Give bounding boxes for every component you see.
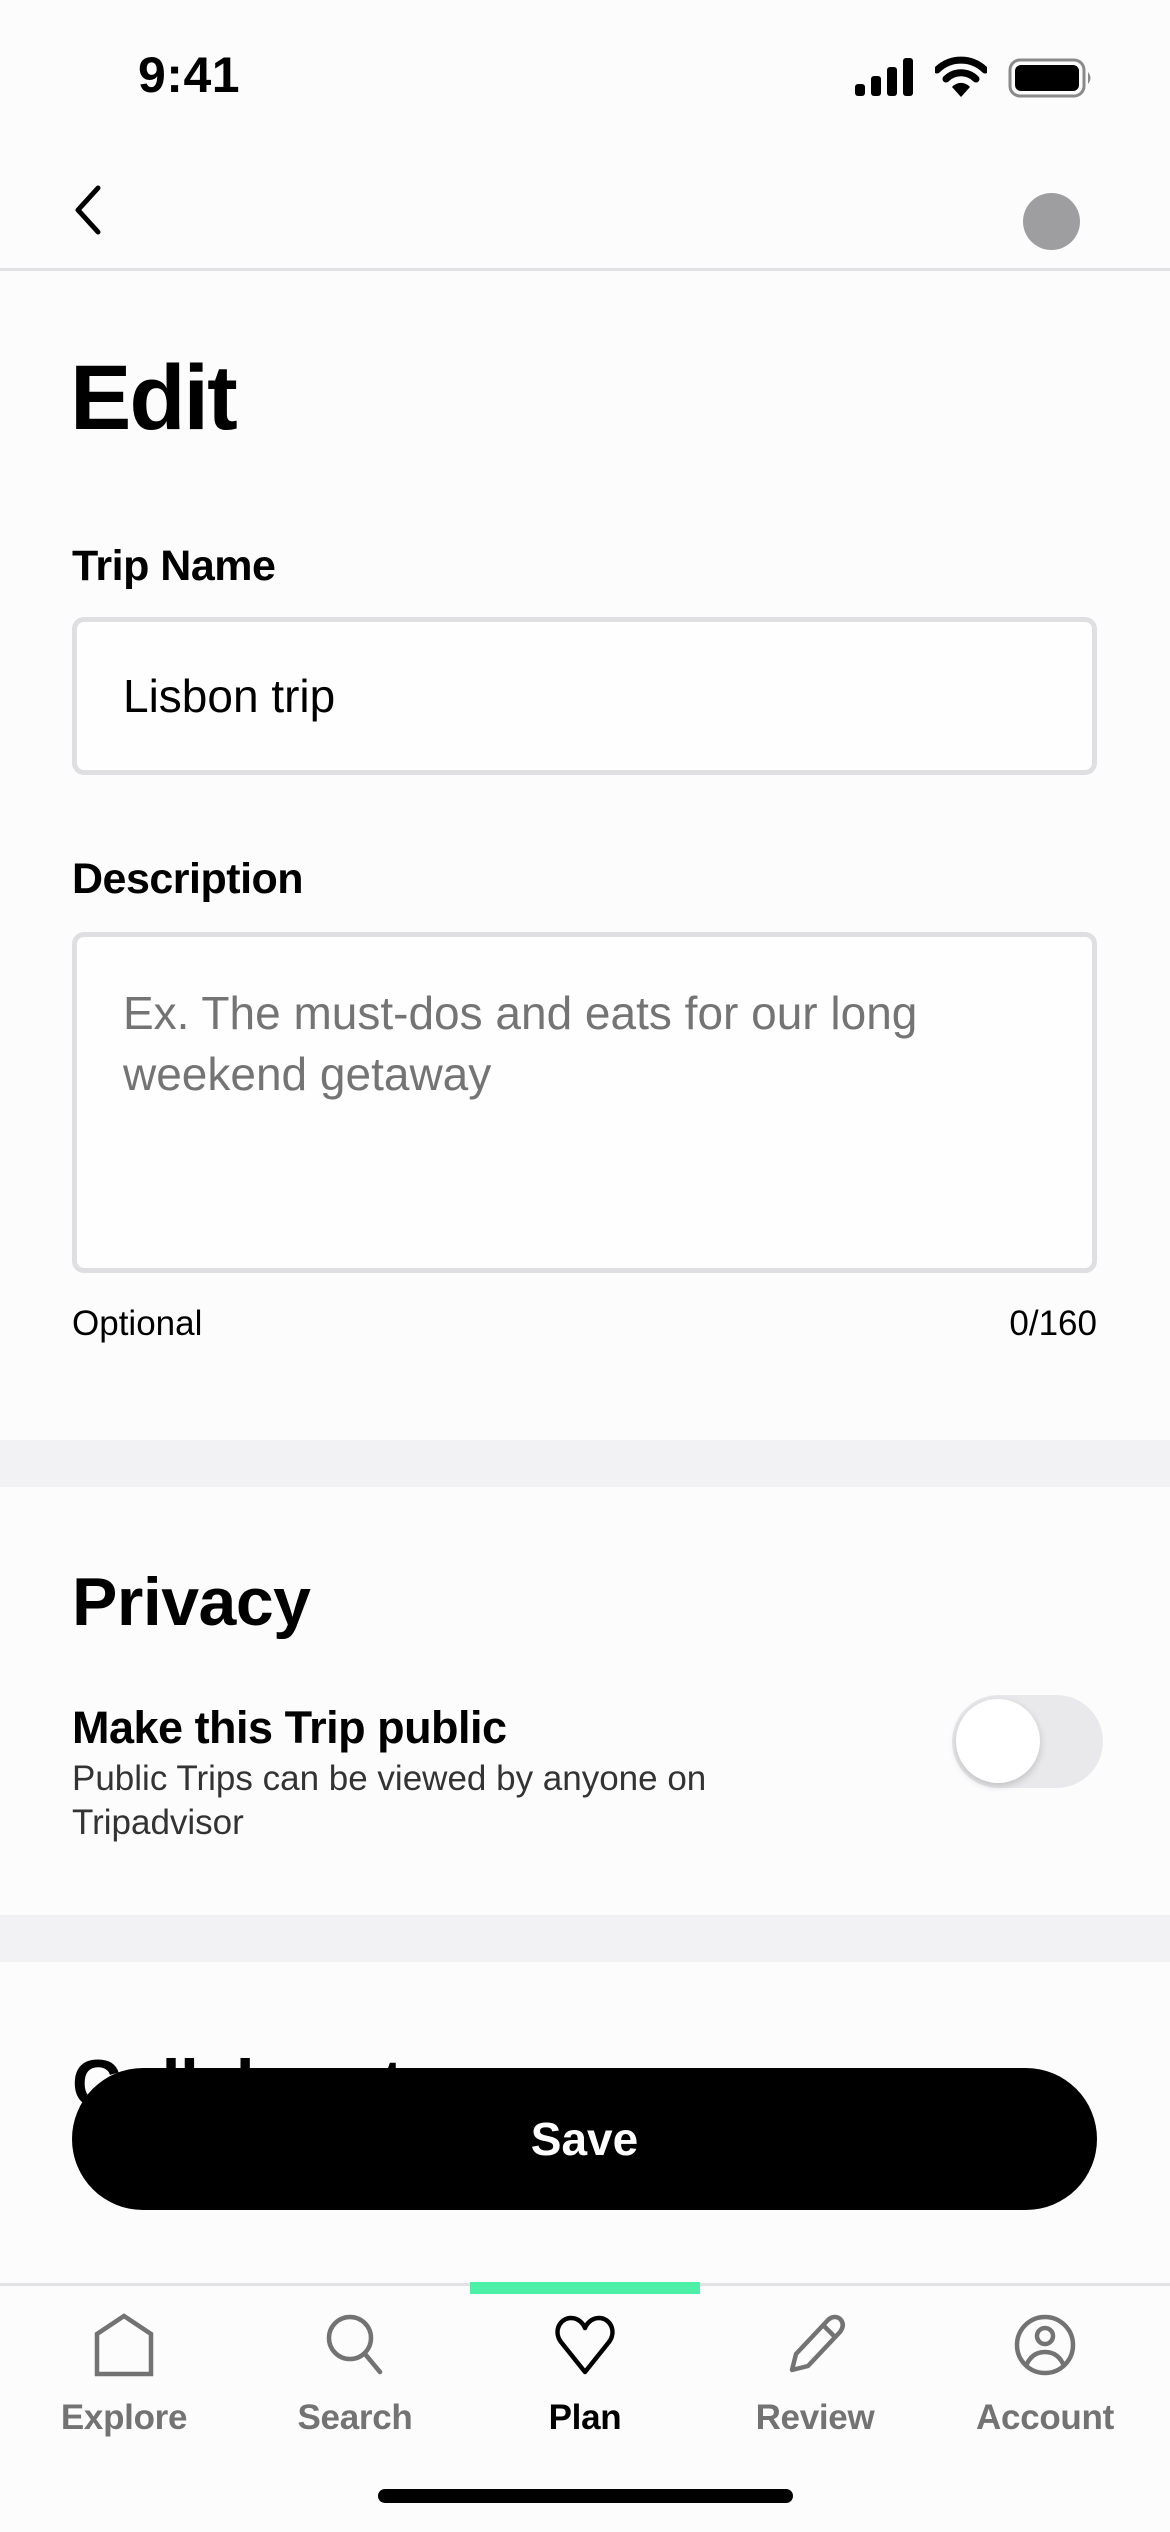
home-icon xyxy=(94,2313,154,2377)
description-textarea[interactable]: Ex. The must-dos and eats for our long w… xyxy=(72,932,1097,1273)
home-indicator[interactable] xyxy=(378,2489,793,2503)
tab-review[interactable]: Review xyxy=(698,2300,932,2440)
description-placeholder: Ex. The must-dos and eats for our long w… xyxy=(123,987,918,1100)
tab-label: Account xyxy=(976,2398,1114,2437)
tab-label: Review xyxy=(755,2398,875,2437)
tab-plan[interactable]: Plan xyxy=(468,2300,702,2440)
status-time: 9:41 xyxy=(138,47,241,103)
tab-search[interactable]: Search xyxy=(238,2300,472,2440)
section-divider xyxy=(0,1915,1170,1962)
page-title: Edit xyxy=(70,347,238,449)
trip-name-value: Lisbon trip xyxy=(123,670,336,722)
description-char-counter: 0/160 xyxy=(1009,1304,1097,1343)
trip-name-label: Trip Name xyxy=(72,542,276,590)
public-toggle-description: Public Trips can be viewed by anyone on … xyxy=(72,1759,707,1842)
chevron-left-icon xyxy=(75,185,101,235)
tab-account[interactable]: Account xyxy=(928,2300,1162,2440)
description-label: Description xyxy=(72,855,304,903)
public-toggle-label: Make this Trip public xyxy=(72,1702,507,1753)
tab-label: Search xyxy=(297,2398,413,2437)
pencil-icon xyxy=(789,2314,846,2373)
tab-label: Plan xyxy=(548,2398,622,2437)
trip-name-input[interactable]: Lisbon trip xyxy=(72,617,1097,775)
make-public-toggle[interactable] xyxy=(952,1695,1103,1788)
wifi-icon xyxy=(935,56,987,97)
tab-explore[interactable]: Explore xyxy=(7,2300,241,2440)
heart-icon xyxy=(555,2315,615,2375)
search-icon xyxy=(326,2314,383,2375)
save-button[interactable]: Save xyxy=(72,2068,1097,2210)
back-button[interactable] xyxy=(62,170,122,245)
description-helper-text: Optional xyxy=(72,1304,203,1343)
section-divider xyxy=(0,1440,1170,1487)
avatar[interactable] xyxy=(1023,193,1080,250)
user-circle-icon xyxy=(1014,2314,1076,2376)
cellular-signal-icon xyxy=(855,58,913,96)
battery-icon xyxy=(1008,58,1091,98)
toggle-knob xyxy=(956,1699,1040,1783)
tab-label: Explore xyxy=(60,2398,188,2437)
active-tab-indicator xyxy=(470,2282,700,2294)
privacy-heading: Privacy xyxy=(72,1564,311,1640)
header-divider xyxy=(0,268,1170,271)
